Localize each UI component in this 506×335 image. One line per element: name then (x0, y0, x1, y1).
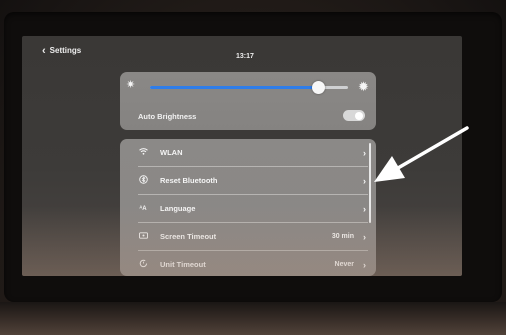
status-time: 13:17 (236, 53, 254, 60)
brightness-slider[interactable] (150, 81, 348, 94)
brightness-card: ✷ ✹ Auto Brightness (120, 72, 376, 130)
auto-brightness-label: Auto Brightness (138, 112, 197, 121)
settings-item-value: Never (334, 261, 354, 268)
settings-item-label: Language (160, 204, 196, 213)
timer-icon (138, 259, 148, 270)
settings-item-value: 30 min (331, 233, 354, 240)
list-scrollbar[interactable] (369, 143, 371, 223)
chevron-right-icon: › (363, 259, 366, 270)
back-label: Settings (49, 46, 82, 55)
device-bottom-edge (0, 302, 506, 335)
auto-brightness-toggle[interactable] (343, 110, 365, 121)
back-button[interactable]: ‹ Settings (42, 44, 82, 57)
chevron-right-icon: › (363, 175, 366, 186)
chevron-right-icon: › (363, 203, 366, 214)
settings-item-label: Screen Timeout (160, 232, 217, 241)
bluetooth-icon (138, 175, 148, 186)
device-screen: ‹ Settings 13:17 ✷ ✹ Auto Brightness WLA… (22, 36, 462, 276)
chevron-right-icon: › (363, 147, 366, 158)
settings-list: WLAN › Reset Bluetooth › ᴬA Language › S… (120, 139, 376, 276)
screen-icon (138, 232, 148, 241)
sun-small-icon: ✷ (126, 79, 136, 91)
settings-item-language[interactable]: ᴬA Language › (120, 195, 376, 222)
settings-item-label: Unit Timeout (160, 260, 206, 269)
brightness-slider-fill (150, 86, 319, 89)
toggle-knob (355, 111, 363, 120)
brightness-slider-knob[interactable] (311, 81, 325, 94)
settings-item-screen-timeout[interactable]: Screen Timeout 30 min › (120, 223, 376, 250)
settings-item-label: WLAN (160, 148, 183, 157)
settings-item-wlan[interactable]: WLAN › (120, 139, 376, 166)
settings-item-reset-bluetooth[interactable]: Reset Bluetooth › (120, 167, 376, 194)
settings-item-unit-timeout[interactable]: Unit Timeout Never › (120, 251, 376, 276)
chevron-left-icon: ‹ (42, 44, 46, 57)
language-icon: ᴬA (139, 205, 147, 212)
settings-item-label: Reset Bluetooth (160, 176, 218, 185)
chevron-right-icon: › (363, 231, 366, 242)
wifi-icon (138, 148, 148, 157)
sun-large-icon: ✹ (358, 79, 369, 94)
